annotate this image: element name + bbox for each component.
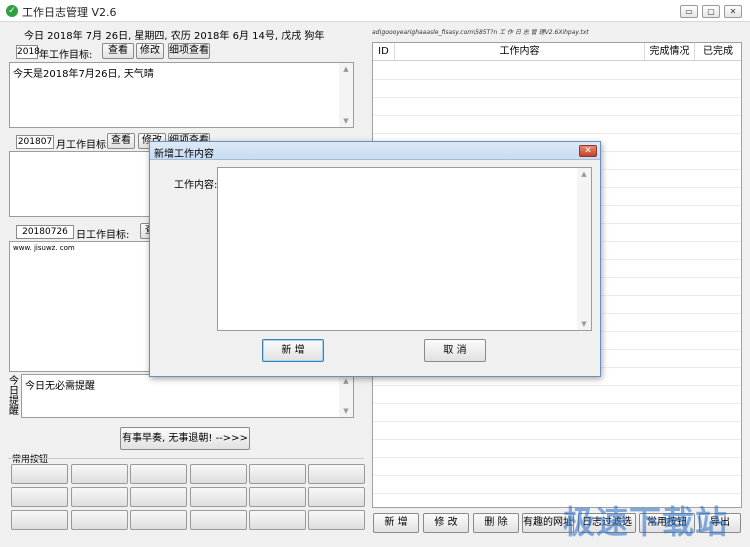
window-title: 工作日志管理 V2.6	[22, 6, 117, 19]
checkmark-icon: ✓	[6, 5, 18, 17]
table-row	[373, 475, 741, 476]
column-header-status[interactable]: 完成情况	[645, 43, 695, 60]
common-button-9[interactable]	[130, 487, 187, 507]
table-row	[373, 115, 741, 116]
motto-button[interactable]: 有事早奏, 无事退朝! -->>>	[120, 427, 250, 450]
common-button-10[interactable]	[190, 487, 247, 507]
common-button-1[interactable]	[11, 464, 68, 484]
add-work-dialog: 新增工作内容 ✕ 工作内容: ▲ ▼ 新 增 取 消	[149, 141, 601, 377]
common-button-15[interactable]	[130, 510, 187, 530]
common-button-13[interactable]	[11, 510, 68, 530]
column-header-id[interactable]: ID	[373, 43, 395, 60]
dialog-title: 新增工作内容	[154, 149, 214, 160]
work-content-textarea[interactable]: ▲ ▼	[217, 167, 592, 331]
work-content-label: 工作内容:	[174, 180, 218, 191]
table-row	[373, 439, 741, 440]
column-header-done[interactable]: 已完成	[695, 43, 741, 60]
common-button-2[interactable]	[71, 464, 128, 484]
common-button-3[interactable]	[130, 464, 187, 484]
dialog-title-bar: 新增工作内容 ✕	[150, 142, 600, 160]
table-row	[373, 385, 741, 386]
common-button-18[interactable]	[308, 510, 365, 530]
reminder-textarea[interactable]: 今日无必需提醒 ▲ ▼	[21, 374, 354, 418]
year-goal-label: 年工作目标:	[39, 50, 93, 61]
table-row	[373, 79, 741, 80]
day-goal-text: www. jisuwz. com	[13, 244, 75, 252]
edit-button[interactable]: 修 改	[423, 513, 469, 533]
common-button-5[interactable]	[249, 464, 306, 484]
add-button[interactable]: 新 增	[373, 513, 419, 533]
header-divider	[373, 60, 741, 61]
scrollbar[interactable]: ▲ ▼	[339, 63, 353, 127]
year-input[interactable]: 2018	[16, 45, 40, 59]
column-header-content[interactable]: 工作内容	[395, 43, 645, 60]
year-edit-button[interactable]: 修改	[136, 43, 164, 59]
day-input[interactable]: 20180726	[16, 225, 74, 239]
delete-button[interactable]: 删 除	[473, 513, 519, 533]
group-divider	[8, 458, 364, 459]
month-view-button[interactable]: 查看	[107, 133, 135, 149]
common-button-4[interactable]	[190, 464, 247, 484]
minimize-button[interactable]: ▭	[680, 5, 698, 18]
title-bar: ✓ 工作日志管理 V2.6 ▭ ▢ ✕	[0, 0, 750, 22]
year-goal-textarea[interactable]: 今天是2018年7月26日, 天气晴 ▲ ▼	[9, 62, 354, 128]
scroll-down-icon[interactable]: ▼	[577, 318, 591, 330]
scrollbar[interactable]: ▲ ▼	[577, 168, 591, 330]
date-line: 今日 2018年 7月 26日, 星期四, 农历 2018年 6月 14号, 戊…	[24, 31, 325, 42]
common-button-14[interactable]	[71, 510, 128, 530]
file-path: ad\goooyearighaaasle_fisasy.com\585T?n 工…	[372, 29, 589, 36]
scrollbar[interactable]: ▲ ▼	[339, 375, 353, 417]
table-row	[373, 421, 741, 422]
year-goal-text: 今天是2018年7月26日, 天气晴	[13, 69, 154, 80]
month-input[interactable]: 201807	[16, 135, 54, 149]
reminder-text: 今日无必需提醒	[25, 381, 95, 392]
table-row	[373, 403, 741, 404]
day-goal-label: 日工作目标:	[76, 230, 130, 241]
year-detail-button[interactable]: 细项查看	[168, 43, 210, 59]
table-row	[373, 493, 741, 494]
scroll-down-icon[interactable]: ▼	[339, 405, 353, 417]
common-button-7[interactable]	[11, 487, 68, 507]
dialog-add-button[interactable]: 新 增	[262, 339, 324, 362]
common-button-6[interactable]	[308, 464, 365, 484]
common-button-8[interactable]	[71, 487, 128, 507]
common-button-11[interactable]	[249, 487, 306, 507]
scroll-up-icon[interactable]: ▲	[339, 63, 353, 75]
table-row	[373, 133, 741, 134]
year-view-button[interactable]: 查看	[102, 43, 134, 59]
table-row	[373, 97, 741, 98]
dialog-close-icon[interactable]: ✕	[579, 145, 597, 157]
table-row	[373, 457, 741, 458]
maximize-button[interactable]: ▢	[702, 5, 720, 18]
scroll-down-icon[interactable]: ▼	[339, 115, 353, 127]
common-button-16[interactable]	[190, 510, 247, 530]
dialog-cancel-button[interactable]: 取 消	[424, 339, 486, 362]
reminder-label: 今日提醒	[9, 376, 19, 417]
common-button-17[interactable]	[249, 510, 306, 530]
watermark-text: 极速下载站	[563, 503, 729, 541]
common-button-12[interactable]	[308, 487, 365, 507]
close-button[interactable]: ✕	[724, 5, 742, 18]
month-goal-label: 月工作目标:	[56, 140, 110, 151]
scroll-up-icon[interactable]: ▲	[577, 168, 591, 180]
